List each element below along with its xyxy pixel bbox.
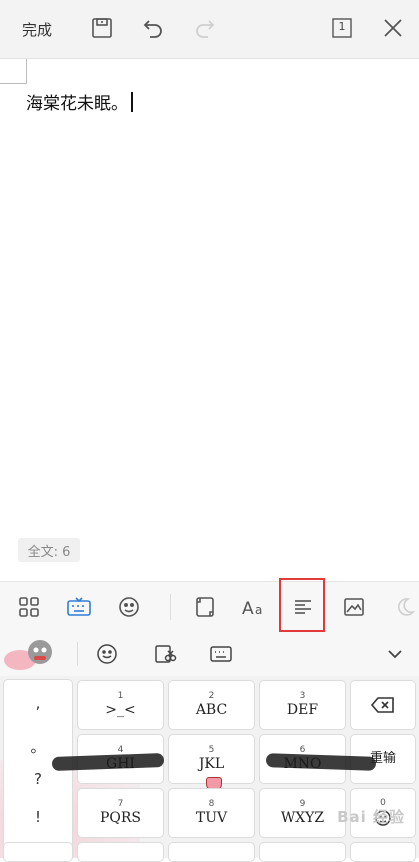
key-number: 8 xyxy=(208,799,215,809)
symbol-exclaim[interactable]: ! xyxy=(2,808,74,826)
page-frame-icon[interactable] xyxy=(190,592,220,622)
night-mode-icon[interactable] xyxy=(390,592,419,622)
key-label: JKL xyxy=(198,756,225,772)
bottom-key-5[interactable] xyxy=(350,842,416,862)
backspace-key[interactable] xyxy=(350,680,416,730)
close-icon[interactable] xyxy=(380,15,406,41)
svg-text:A: A xyxy=(242,599,254,619)
apps-grid-icon[interactable] xyxy=(14,592,44,622)
clipboard-scissors-icon[interactable] xyxy=(152,642,178,666)
emoji-face-icon[interactable] xyxy=(114,592,144,622)
key-label: PQRS xyxy=(99,810,142,826)
highlight-box xyxy=(279,578,325,632)
smiley-icon[interactable] xyxy=(94,642,120,666)
margin-corner-marker xyxy=(0,59,27,84)
key-number: 5 xyxy=(208,745,215,755)
document-body[interactable]: 海棠花未眠。 xyxy=(26,89,133,114)
save-icon[interactable] xyxy=(89,15,115,41)
key-9[interactable]: 9 WXYZ xyxy=(259,788,346,838)
toolbar-divider xyxy=(170,594,171,620)
insert-image-icon[interactable] xyxy=(339,592,369,622)
keyboard-bar-divider xyxy=(77,642,78,666)
key-7[interactable]: 7 PQRS xyxy=(77,788,164,838)
key-label: DEF xyxy=(286,702,319,718)
watermark: Bai 经验 xyxy=(337,808,405,826)
page-number: 1 xyxy=(338,20,346,33)
key-label: >_< xyxy=(105,702,136,718)
font-style-icon[interactable]: Aa xyxy=(240,592,270,622)
text-caret xyxy=(131,92,133,112)
word-count-badge: 全文: 6 xyxy=(18,538,80,562)
key-1[interactable]: 1 >_< xyxy=(77,680,164,730)
page-indicator-icon[interactable]: 1 xyxy=(329,15,355,41)
document-text: 海棠花未眠。 xyxy=(26,94,128,114)
svg-text:a: a xyxy=(255,603,262,617)
format-toolbar: Aa xyxy=(0,581,419,632)
done-button[interactable]: 完成 xyxy=(22,19,52,40)
bottom-key-2[interactable] xyxy=(77,842,164,862)
mascot-icon[interactable] xyxy=(2,636,58,672)
chevron-down-icon[interactable] xyxy=(382,642,408,666)
key-label: WXYZ xyxy=(280,810,325,826)
keyboard-top-bar xyxy=(0,632,419,676)
key-3[interactable]: 3 DEF xyxy=(259,680,346,730)
bottom-key-4[interactable] xyxy=(259,842,346,862)
key-number: 9 xyxy=(299,799,306,809)
key-number: 7 xyxy=(117,799,124,809)
redo-icon[interactable] xyxy=(192,15,218,41)
key-label: ABC xyxy=(195,702,228,718)
key-number: 2 xyxy=(208,691,215,701)
key-8[interactable]: 8 TUV xyxy=(168,788,255,838)
key-number: 1 xyxy=(117,691,124,701)
symbol-period[interactable]: 。 xyxy=(2,736,74,757)
top-bar: 完成 1 xyxy=(0,0,419,59)
key-2[interactable]: 2 ABC xyxy=(168,680,255,730)
key-label: TUV xyxy=(195,810,228,826)
symbol-question[interactable]: ? xyxy=(2,770,74,788)
key-5[interactable]: 5 JKL xyxy=(168,734,255,791)
space-key[interactable] xyxy=(168,842,255,862)
bottom-key-1[interactable] xyxy=(3,842,73,862)
symbol-comma[interactable]: , xyxy=(2,694,74,712)
backspace-icon xyxy=(370,697,394,713)
keyboard-layout-icon[interactable] xyxy=(208,642,234,666)
key-number: 3 xyxy=(299,691,306,701)
undo-icon[interactable] xyxy=(140,15,166,41)
keyboard-icon[interactable] xyxy=(64,592,94,622)
